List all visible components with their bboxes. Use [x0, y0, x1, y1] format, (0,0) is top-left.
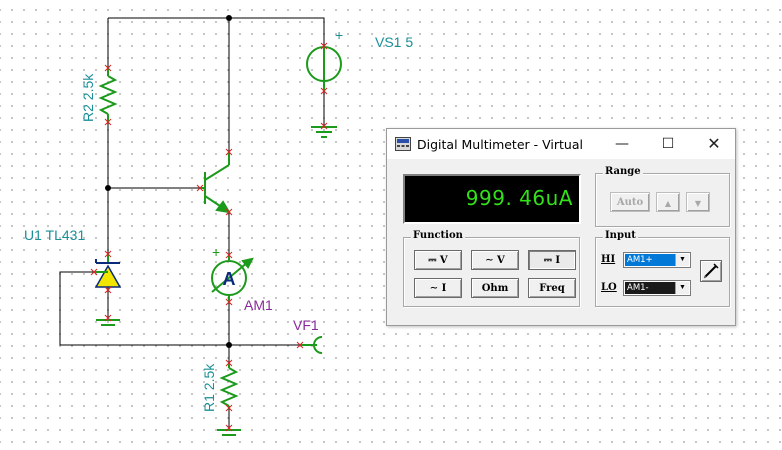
range-down-button[interactable]: ▼ — [686, 192, 710, 212]
lo-select[interactable]: AM1- ▼ — [623, 280, 691, 296]
input-group-label: Input — [603, 230, 638, 241]
npn-transistor[interactable] — [200, 152, 231, 214]
r1-label: R1 2.5k — [201, 363, 217, 412]
u1-label: U1 TL431 — [24, 227, 85, 243]
multimeter-window[interactable]: Digital Multimeter - Virtual — ☐ ✕ 999. … — [386, 128, 736, 326]
maximize-button[interactable]: ☐ — [645, 129, 691, 159]
function-group: Function ⎓ V ∼ V ⎓ I ∼ I Ohm Freq — [403, 230, 580, 307]
window-title: Digital Multimeter - Virtual — [417, 137, 583, 152]
hi-label: HI — [601, 254, 616, 265]
close-button[interactable]: ✕ — [691, 129, 737, 159]
ground-symbol-vs1 — [311, 126, 337, 138]
lo-label: LO — [601, 282, 617, 293]
range-group: Range Auto ▲ ▼ — [595, 166, 730, 227]
probe-button[interactable] — [700, 260, 722, 282]
freq-button[interactable]: Freq — [528, 278, 576, 298]
function-group-label: Function — [411, 230, 465, 241]
resistor-r2[interactable] — [98, 68, 118, 122]
probe-pen-icon — [703, 263, 719, 279]
ac-current-button[interactable]: ∼ I — [414, 278, 462, 298]
chevron-down-icon: ▼ — [675, 282, 689, 294]
lo-select-value: AM1- — [625, 282, 676, 294]
minimize-button[interactable]: — — [599, 129, 645, 159]
ohm-button[interactable]: Ohm — [471, 278, 519, 298]
ac-voltage-button[interactable]: ∼ V — [471, 250, 519, 270]
multimeter-app-icon — [395, 137, 411, 151]
voltage-probe-vf1[interactable] — [300, 336, 323, 354]
junctions — [105, 15, 232, 348]
voltage-source-vs1[interactable] — [306, 46, 342, 92]
reading-value: 999. 46uA — [465, 186, 573, 210]
vf1-label: VF1 — [293, 317, 319, 333]
vs1-label: VS1 5 — [375, 34, 413, 50]
range-group-label: Range — [603, 166, 643, 177]
am1-plus-sign: + — [212, 244, 220, 260]
title-bar[interactable]: Digital Multimeter - Virtual — ☐ ✕ — [387, 129, 735, 159]
chevron-down-icon: ▼ — [675, 254, 689, 266]
ground-symbol-r1 — [217, 429, 241, 436]
hi-select-value: AM1+ — [625, 254, 676, 266]
ammeter-symbol: A — [223, 269, 236, 289]
am1-label: AM1 — [244, 297, 273, 313]
hi-select[interactable]: AM1+ ▼ — [623, 252, 691, 268]
resistor-r1[interactable] — [219, 363, 239, 410]
range-auto-button[interactable]: Auto — [610, 192, 650, 212]
vs1-plus-sign: + — [335, 27, 343, 43]
dc-current-button[interactable]: ⎓ I — [528, 250, 576, 270]
r2-label: R2 2.5k — [80, 73, 96, 122]
wires — [59, 17, 325, 428]
range-up-button[interactable]: ▲ — [656, 192, 680, 212]
shunt-regulator-u1[interactable] — [94, 254, 122, 288]
reading-display: 999. 46uA — [403, 174, 581, 224]
dc-voltage-button[interactable]: ⎓ V — [414, 250, 462, 270]
ground-symbol-u1 — [96, 319, 120, 326]
